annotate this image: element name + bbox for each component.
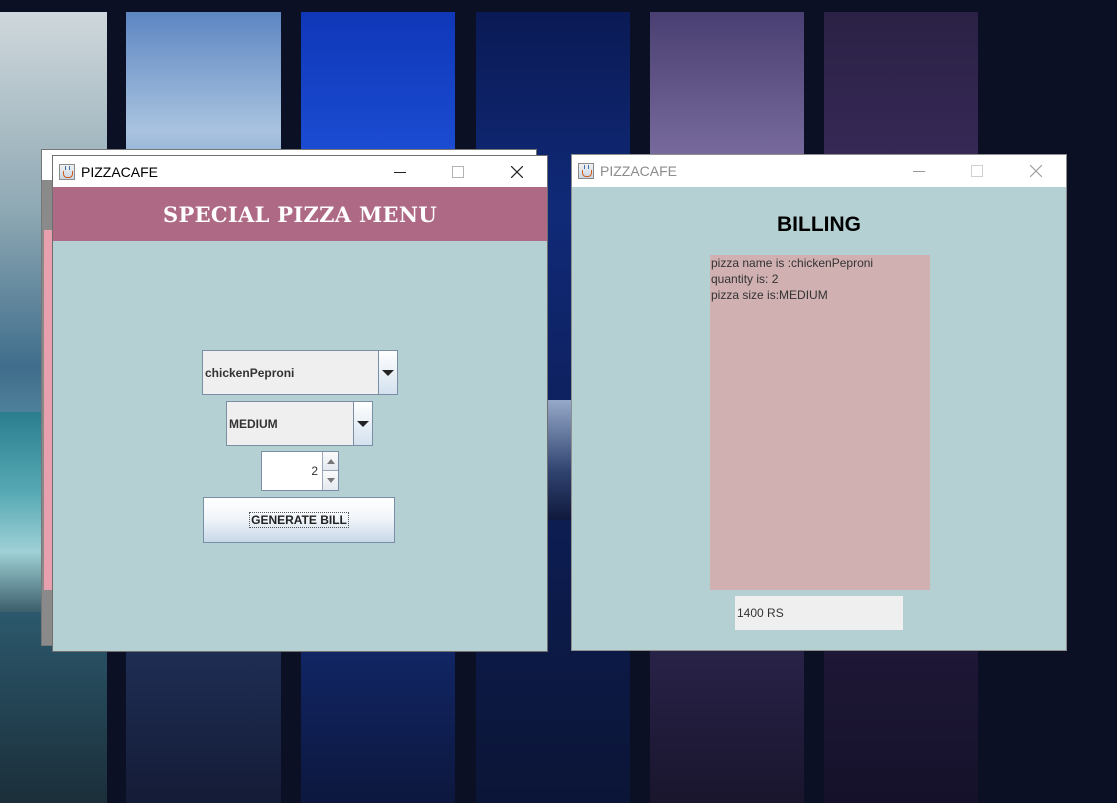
- total-value: 1400 RS: [737, 606, 784, 620]
- decrement-arrow-icon[interactable]: [322, 471, 338, 490]
- quantity-stepper[interactable]: 2: [261, 451, 339, 491]
- window-title: PIZZACAFE: [81, 164, 159, 180]
- menu-header: SPECIAL PIZZA MENU: [53, 187, 547, 241]
- billing-window[interactable]: PIZZACAFE BILLING pizza name is :chicken…: [571, 154, 1067, 651]
- maximize-button[interactable]: [954, 155, 1000, 187]
- window-titlebar[interactable]: PIZZACAFE: [572, 155, 1066, 187]
- wallpaper-detail: [547, 400, 573, 520]
- bill-line: pizza name is :chickenPeproni: [711, 256, 874, 270]
- billing-heading: BILLING: [777, 213, 861, 236]
- close-icon: [1030, 165, 1042, 177]
- total-field[interactable]: 1400 RS: [735, 596, 903, 630]
- minimize-icon: [913, 171, 925, 172]
- maximize-icon: [971, 165, 983, 177]
- generate-bill-label: GENERATE BILL: [249, 512, 349, 528]
- menu-heading: SPECIAL PIZZA MENU: [163, 201, 437, 227]
- close-icon: [511, 166, 523, 178]
- chevron-down-icon[interactable]: [353, 402, 372, 445]
- minimize-icon: [394, 172, 406, 173]
- window-titlebar[interactable]: PIZZACAFE: [53, 156, 547, 188]
- increment-arrow-icon[interactable]: [322, 452, 338, 471]
- minimize-button[interactable]: [377, 156, 423, 188]
- window-title: PIZZACAFE: [600, 163, 678, 179]
- bill-text-area[interactable]: pizza name is :chickenPeproni quantity i…: [710, 255, 930, 590]
- generate-bill-button[interactable]: GENERATE BILL: [203, 497, 395, 543]
- close-button[interactable]: [1013, 155, 1059, 187]
- maximize-button[interactable]: [435, 156, 481, 188]
- pizza-select-value: chickenPeproni: [205, 365, 295, 380]
- close-button[interactable]: [494, 156, 540, 188]
- pizza-menu-window[interactable]: PIZZACAFE SPECIAL PIZZA MENU chickenPepr…: [52, 155, 548, 652]
- minimize-button[interactable]: [896, 155, 942, 187]
- bill-line: quantity is: 2: [711, 272, 779, 286]
- quantity-value: 2: [311, 464, 318, 478]
- maximize-icon: [452, 166, 464, 178]
- java-app-icon: [59, 164, 75, 180]
- bill-line: pizza size is:MEDIUM: [711, 288, 828, 302]
- size-select[interactable]: MEDIUM: [226, 401, 373, 446]
- size-select-value: MEDIUM: [229, 416, 278, 431]
- java-app-icon: [578, 163, 594, 179]
- chevron-down-icon[interactable]: [378, 351, 397, 394]
- pizza-select[interactable]: chickenPeproni: [202, 350, 398, 395]
